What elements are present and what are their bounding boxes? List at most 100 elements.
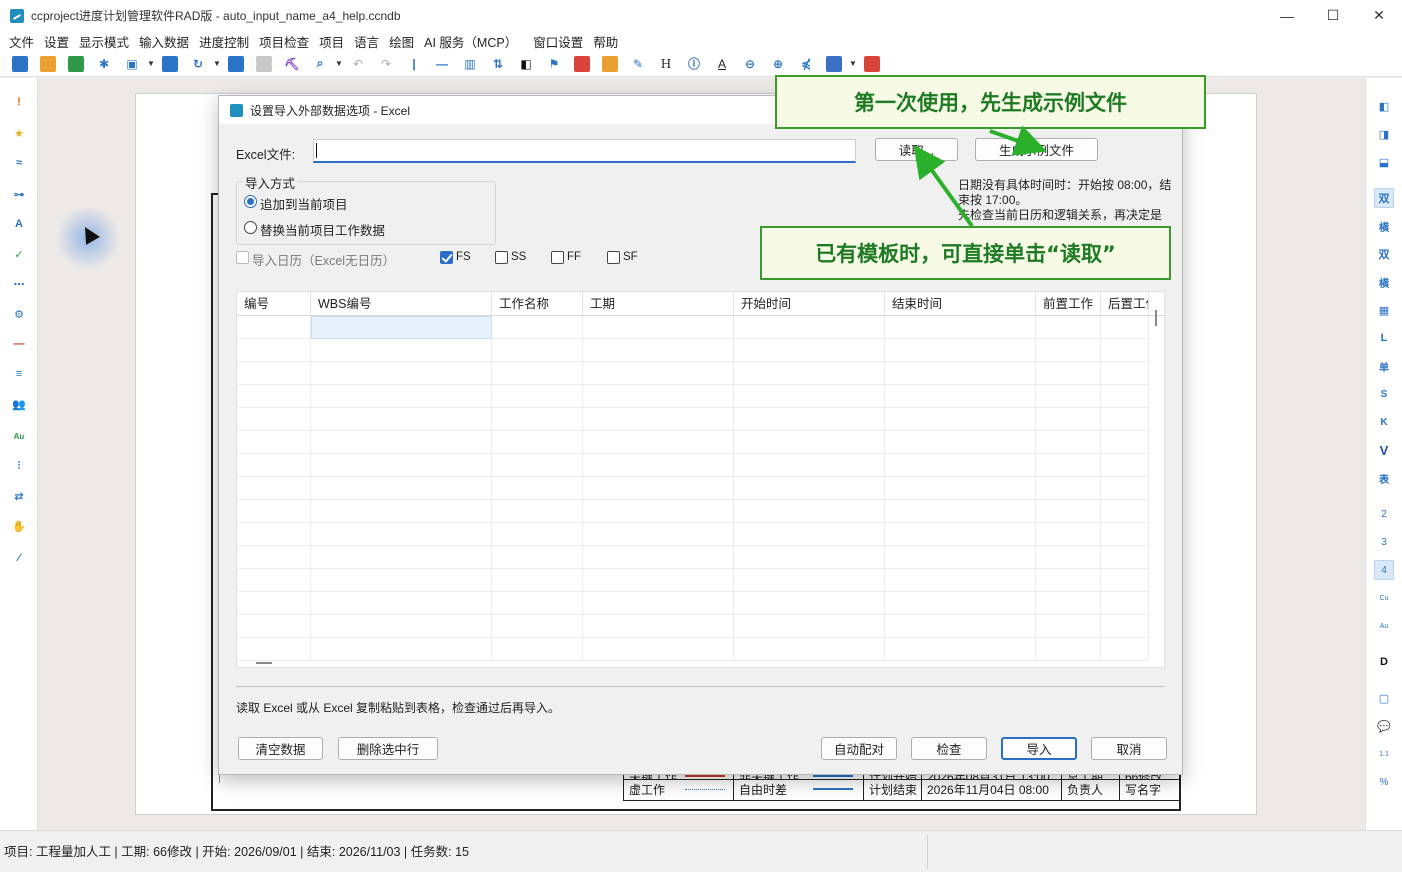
table-cell[interactable] bbox=[311, 362, 492, 385]
undo-icon[interactable]: ↶ bbox=[350, 56, 366, 72]
table-cell[interactable] bbox=[734, 339, 885, 362]
table-cell[interactable] bbox=[885, 569, 1036, 592]
paste-icon[interactable] bbox=[256, 55, 272, 72]
menu-ai-service[interactable]: AI 服务（MCP） bbox=[419, 32, 522, 51]
table-cell[interactable] bbox=[885, 615, 1036, 638]
table-cell[interactable] bbox=[734, 385, 885, 408]
table-cell[interactable] bbox=[885, 362, 1036, 385]
table-cell[interactable] bbox=[583, 339, 734, 362]
radio-append-label[interactable]: 追加到当前项目 bbox=[260, 194, 348, 213]
table-cell[interactable] bbox=[237, 638, 311, 661]
ratio-1-1[interactable]: 1.1 bbox=[1374, 744, 1394, 764]
users-icon[interactable]: 👥 bbox=[11, 396, 27, 412]
table-cell[interactable] bbox=[583, 385, 734, 408]
cancel-button[interactable]: 取消 bbox=[1091, 737, 1167, 760]
excel-file-input[interactable] bbox=[313, 139, 856, 163]
table-row[interactable] bbox=[237, 431, 1149, 454]
mode-horizontal-alt[interactable]: 横 bbox=[1374, 272, 1394, 292]
open-folder-icon[interactable] bbox=[40, 55, 56, 72]
level-3[interactable]: 3 bbox=[1374, 532, 1394, 552]
table-cell[interactable] bbox=[492, 569, 583, 592]
table-row[interactable] bbox=[237, 339, 1149, 362]
mode-l[interactable]: L bbox=[1374, 328, 1394, 348]
print-icon[interactable] bbox=[162, 55, 178, 72]
redo-icon[interactable]: ↷ bbox=[378, 56, 394, 72]
sort-list-icon[interactable]: ≡ bbox=[11, 366, 27, 382]
table-cell[interactable] bbox=[734, 615, 885, 638]
table-cell[interactable] bbox=[492, 385, 583, 408]
refresh-icon[interactable]: ↻ bbox=[190, 56, 206, 72]
table-cell[interactable] bbox=[492, 431, 583, 454]
heading-icon[interactable]: H bbox=[658, 56, 674, 72]
table-cell[interactable] bbox=[583, 592, 734, 615]
table-cell[interactable] bbox=[1101, 638, 1149, 661]
table-cell[interactable] bbox=[311, 477, 492, 500]
table-cell[interactable] bbox=[237, 523, 311, 546]
signpost-icon[interactable]: ⚑ bbox=[546, 56, 562, 72]
col-task-name[interactable]: 工作名称 bbox=[492, 292, 583, 316]
mode-v[interactable]: V bbox=[1374, 440, 1394, 460]
radio-append[interactable] bbox=[244, 195, 257, 208]
table-cell[interactable] bbox=[1101, 477, 1149, 500]
star-icon[interactable]: ★ bbox=[11, 125, 27, 141]
table-cell[interactable] bbox=[1101, 408, 1149, 431]
refresh-dropdown-icon[interactable]: ▼ bbox=[213, 56, 221, 72]
table-cell[interactable] bbox=[734, 408, 885, 431]
gear-icon[interactable]: ⚙ bbox=[11, 306, 27, 322]
table-cell[interactable] bbox=[492, 523, 583, 546]
frame-icon[interactable]: ▢ bbox=[1374, 688, 1394, 708]
table-row[interactable] bbox=[237, 523, 1149, 546]
table-row[interactable] bbox=[237, 592, 1149, 615]
table-cell[interactable] bbox=[885, 431, 1036, 454]
table-cell[interactable] bbox=[1101, 431, 1149, 454]
table-cell[interactable] bbox=[492, 408, 583, 431]
table-cell[interactable] bbox=[237, 546, 311, 569]
table-cell[interactable] bbox=[1036, 500, 1101, 523]
table-cell[interactable] bbox=[492, 592, 583, 615]
table-row[interactable] bbox=[237, 638, 1149, 661]
table-row[interactable] bbox=[237, 316, 1149, 339]
table-cell[interactable] bbox=[311, 546, 492, 569]
horizontal-scrollbar[interactable] bbox=[256, 662, 272, 664]
col-wbs[interactable]: WBS编号 bbox=[311, 292, 492, 316]
close-button[interactable]: ✕ bbox=[1356, 0, 1402, 31]
ff-checkbox[interactable] bbox=[551, 251, 564, 264]
table-cell[interactable] bbox=[885, 592, 1036, 615]
menu-progress-control[interactable]: 进度控制 bbox=[194, 32, 254, 51]
table-cell[interactable] bbox=[492, 477, 583, 500]
table-cell[interactable] bbox=[492, 339, 583, 362]
menu-language[interactable]: 语言 bbox=[349, 32, 384, 51]
table-cell[interactable] bbox=[734, 454, 885, 477]
table-cell[interactable] bbox=[583, 500, 734, 523]
table-cell[interactable] bbox=[734, 316, 885, 339]
asterisk-icon[interactable]: ✱ bbox=[96, 56, 112, 72]
columns-icon[interactable]: ▥ bbox=[462, 56, 478, 72]
table-cell[interactable] bbox=[1036, 385, 1101, 408]
table-row[interactable] bbox=[237, 477, 1149, 500]
table-cell[interactable] bbox=[311, 339, 492, 362]
wand-icon[interactable]: ⁄ bbox=[11, 550, 27, 566]
ss-checkbox[interactable] bbox=[495, 251, 508, 264]
table-cell[interactable] bbox=[1101, 385, 1149, 408]
table-cell[interactable] bbox=[885, 454, 1036, 477]
menu-draw[interactable]: 绘图 bbox=[384, 32, 419, 51]
table-cell[interactable] bbox=[311, 454, 492, 477]
table-cell[interactable] bbox=[492, 546, 583, 569]
table-cell[interactable] bbox=[734, 569, 885, 592]
table-cell[interactable] bbox=[583, 431, 734, 454]
col-successor[interactable]: 后置工作 bbox=[1101, 292, 1149, 316]
table-row[interactable] bbox=[237, 454, 1149, 477]
table-cell[interactable] bbox=[1101, 592, 1149, 615]
table-cell[interactable] bbox=[583, 569, 734, 592]
mode-double[interactable]: 双 bbox=[1374, 188, 1394, 208]
format-painter-icon[interactable]: ⛏ bbox=[284, 56, 300, 72]
table-cell[interactable] bbox=[583, 546, 734, 569]
filter-icon[interactable]: ⫶ bbox=[11, 458, 27, 474]
sf-checkbox[interactable] bbox=[607, 251, 620, 264]
table-cell[interactable] bbox=[492, 454, 583, 477]
document-icon[interactable] bbox=[574, 55, 590, 72]
swap-icon[interactable]: ⇄ bbox=[11, 488, 27, 504]
table-row[interactable] bbox=[237, 500, 1149, 523]
table-cell[interactable] bbox=[237, 454, 311, 477]
info-icon[interactable]: ⓘ bbox=[686, 56, 702, 72]
